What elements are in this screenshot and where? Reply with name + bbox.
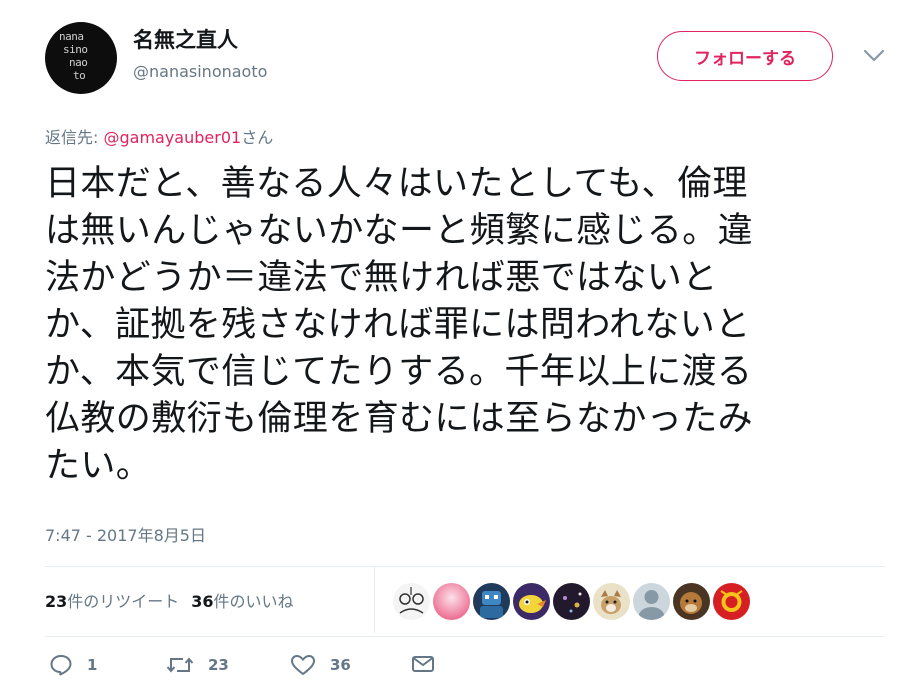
like-button[interactable]: 36 — [290, 654, 351, 676]
reply-context: 返信先: @gamayauber01さん — [45, 124, 273, 148]
tweet-line: か、証拠を残さなければ罪には問われないと — [45, 305, 751, 345]
reply-mention-link[interactable]: @gamayauber01 — [103, 128, 241, 147]
tweet-stats: 23件のリツイート 36件のいいね — [45, 588, 294, 612]
avatar-text-3: nao — [69, 56, 88, 69]
avatar-text-1: nana — [59, 30, 84, 43]
reply-suffix: さん — [241, 128, 274, 147]
liker-avatar[interactable] — [713, 583, 750, 620]
tweet-line: 仏教の敷衍も倫理を育むには至らなかったみ — [45, 399, 754, 439]
liker-avatar[interactable] — [553, 583, 590, 620]
divider — [45, 566, 885, 567]
reply-prefix: 返信先: — [45, 128, 104, 147]
follow-button[interactable]: フォローする — [657, 31, 833, 81]
stats-separator — [374, 567, 375, 633]
retweet-stat[interactable]: 23件のリツイート — [45, 588, 179, 612]
liker-avatar[interactable] — [593, 583, 630, 620]
avatar-text-2: sino — [63, 43, 88, 56]
like-stat-label: 件のいいね — [213, 592, 294, 611]
tweet-text: 日本だと、善なる人々はいたとしても、倫理 は無いんじゃないかなーと頻繁に感じる。… — [45, 161, 875, 490]
avatar-text-4: to — [73, 69, 86, 82]
liker-avatar[interactable] — [673, 583, 710, 620]
reply-icon — [49, 654, 73, 676]
tweet-line: は無いんじゃないかなーと頻繁に感じる。違 — [45, 211, 754, 251]
tweet-line: たい。 — [45, 446, 152, 486]
reply-button[interactable]: 1 — [49, 654, 97, 676]
display-name[interactable]: 名無之直人 — [133, 24, 238, 54]
liker-avatar[interactable] — [393, 583, 430, 620]
retweet-count: 23 — [208, 656, 229, 674]
tweet-line: 日本だと、善なる人々はいたとしても、倫理 — [45, 164, 748, 204]
liker-avatar[interactable] — [473, 583, 510, 620]
liker-avatar[interactable] — [633, 583, 670, 620]
direct-message-button[interactable] — [411, 654, 435, 674]
like-count: 36 — [330, 656, 351, 674]
reply-count: 1 — [87, 656, 98, 674]
tweet-line: 法かどうか＝違法で無ければ悪ではないと — [45, 258, 718, 298]
retweet-stat-label: 件のリツイート — [67, 592, 180, 611]
liker-avatars — [393, 583, 750, 620]
like-stat[interactable]: 36件のいいね — [191, 588, 293, 612]
user-avatar[interactable]: nana sino nao to — [45, 22, 117, 94]
liker-avatar[interactable] — [433, 583, 470, 620]
envelope-icon — [411, 654, 435, 674]
divider — [45, 636, 885, 637]
tweet-timestamp[interactable]: 7:47 - 2017年8月5日 — [45, 522, 206, 546]
retweet-button[interactable]: 23 — [166, 654, 229, 676]
user-handle[interactable]: @nanasinonaoto — [133, 62, 267, 81]
retweet-stat-count: 23 — [45, 592, 68, 611]
tweet-line: か、本気で信じてたりする。千年以上に渡る — [45, 352, 753, 392]
retweet-icon — [166, 654, 194, 676]
liker-avatar[interactable] — [513, 583, 550, 620]
chevron-down-icon[interactable] — [862, 48, 886, 64]
like-stat-count: 36 — [191, 592, 214, 611]
heart-icon — [290, 654, 316, 676]
